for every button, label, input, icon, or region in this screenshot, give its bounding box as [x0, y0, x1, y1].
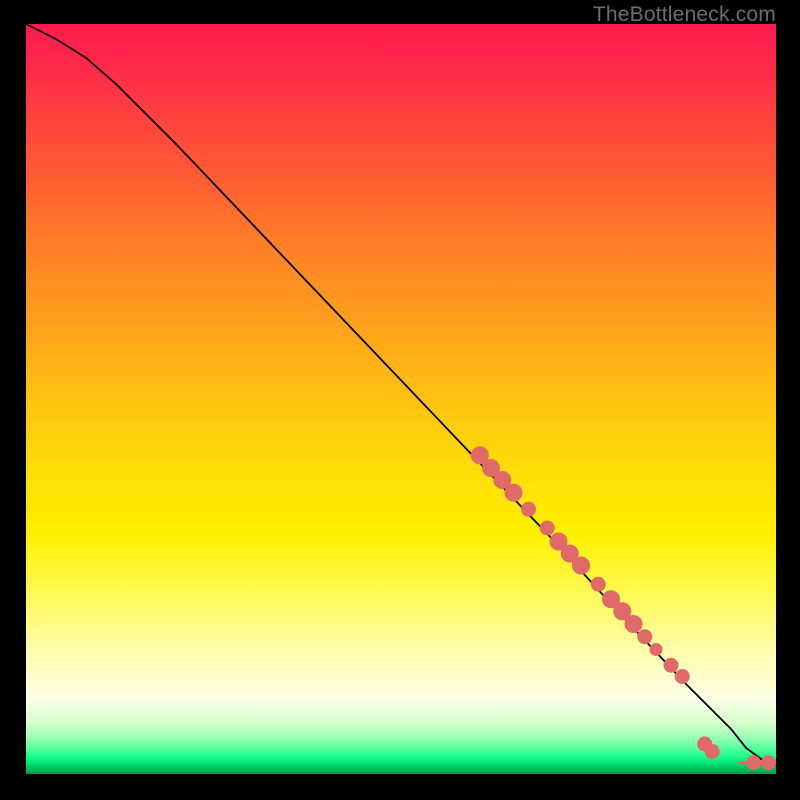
data-marker: [761, 755, 776, 770]
plot-svg: [26, 24, 776, 774]
data-marker: [675, 669, 690, 684]
data-marker: [746, 755, 761, 770]
data-markers-group: [471, 446, 776, 770]
data-marker: [664, 658, 679, 673]
data-marker: [625, 615, 643, 633]
data-marker: [705, 744, 720, 759]
data-marker: [540, 521, 555, 536]
data-marker: [591, 577, 606, 592]
data-marker: [572, 557, 590, 575]
gradient-plot-area: [26, 24, 776, 774]
data-marker: [521, 502, 536, 517]
data-marker: [650, 643, 663, 656]
data-marker: [505, 484, 523, 502]
bottleneck-curve: [26, 24, 776, 765]
data-marker: [637, 629, 652, 644]
stage: TheBottleneck.com: [0, 0, 800, 800]
